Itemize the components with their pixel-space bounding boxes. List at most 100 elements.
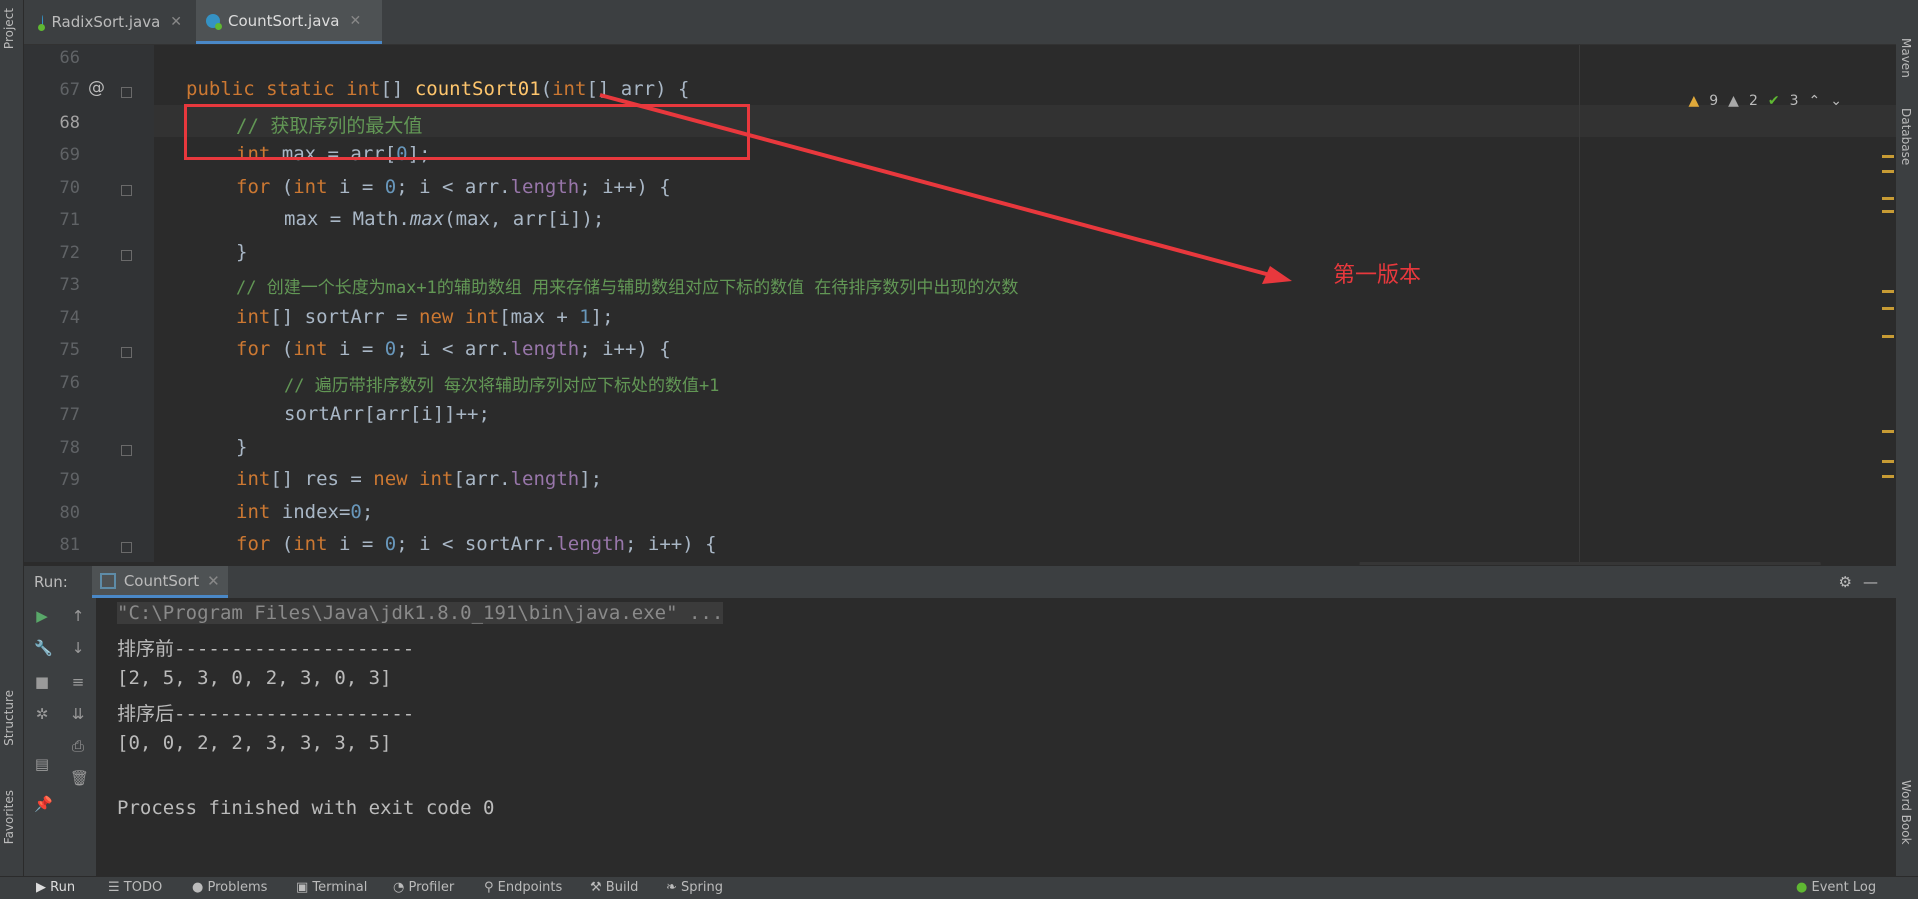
project-tool-tab[interactable]: Project — [2, 8, 16, 49]
close-icon[interactable]: ✕ — [170, 14, 182, 30]
scroll-to-end-icon[interactable]: ⇊ — [70, 706, 86, 722]
rerun-icon[interactable]: ▶ — [34, 608, 50, 624]
bottom-tab-build[interactable]: ⚒ Build — [590, 880, 638, 895]
run-toolbar: ▶ 🔧 ■ ✲ ▤ 📌 — [24, 598, 60, 876]
fold-marker-icon[interactable] — [121, 347, 132, 358]
bottom-tab-label: Run — [50, 880, 76, 895]
bottom-tab-endpoints[interactable]: ⚲ Endpoints — [484, 880, 562, 895]
gear-icon[interactable]: ⚙ — [1839, 573, 1852, 591]
trash-icon[interactable]: 🗑 — [70, 770, 89, 786]
line-number: 67 — [59, 80, 80, 100]
bottom-tab-label: TODO — [123, 880, 163, 895]
tab-radixsort[interactable]: RadixSort.java ✕ — [32, 0, 192, 44]
token: for — [236, 533, 271, 555]
token: for — [236, 176, 271, 198]
token: [] arr) { — [586, 78, 690, 100]
token: int — [419, 468, 454, 490]
right-tool-strip: Maven Database Word Book — [1896, 0, 1918, 898]
chevron-up-icon[interactable]: ⌃ — [1809, 93, 1821, 109]
token: index= — [270, 501, 351, 523]
bottom-tab-todo[interactable]: ☰ TODO — [108, 880, 162, 895]
inspection-widget[interactable]: ▲ 9 ▲ 2 ✔ 3 ⌃ ⌄ — [1688, 93, 1842, 109]
scroll-marker[interactable] — [1882, 460, 1894, 463]
bottom-tab-label: Profiler — [408, 880, 455, 895]
scroll-marker[interactable] — [1882, 335, 1894, 338]
line-number: 68 — [59, 113, 80, 133]
ok-count: 3 — [1789, 93, 1799, 109]
fold-marker-icon[interactable] — [121, 87, 132, 98]
scroll-marker[interactable] — [1882, 290, 1894, 293]
code-line-72: } — [236, 241, 248, 263]
token: ( — [270, 533, 294, 555]
console-output[interactable]: "C:\Program Files\Java\jdk1.8.0_191\bin\… — [97, 598, 1896, 876]
tab-label: RadixSort.java — [51, 13, 161, 31]
fold-marker-icon[interactable] — [121, 445, 132, 456]
structure-tool-tab[interactable]: Structure — [2, 690, 16, 746]
arrow-up-icon[interactable]: ↑ — [70, 608, 86, 624]
code-line-67: public static int[] countSort01(int[] ar… — [186, 78, 689, 100]
line-number: 76 — [59, 373, 80, 393]
scroll-marker[interactable] — [1882, 475, 1894, 478]
run-label: Run: — [34, 573, 68, 591]
print-icon[interactable]: ⎙ — [70, 738, 86, 754]
arrow-down-icon[interactable]: ↓ — [70, 640, 86, 656]
scroll-marker[interactable] — [1882, 307, 1894, 310]
line-number: 80 — [59, 503, 80, 523]
annotation-highlight-box — [184, 104, 750, 160]
bottom-tab-profiler[interactable]: ◔ Profiler — [393, 880, 454, 895]
token: ; i++) { — [625, 533, 717, 555]
line-number: 66 — [59, 48, 80, 68]
fold-marker-icon[interactable] — [121, 250, 132, 261]
close-icon[interactable]: ✕ — [350, 13, 362, 29]
scroll-marker[interactable] — [1882, 210, 1894, 213]
code-line-76: // 遍历带排序数列 每次将辅助序列对应下标处的数值+1 — [284, 376, 720, 396]
code-line-78: } — [236, 436, 248, 458]
fold-marker-icon[interactable] — [121, 542, 132, 553]
editor-tab-bar: RadixSort.java ✕ CountSort.java ✕ — [24, 0, 1896, 45]
scroll-marker[interactable] — [1882, 170, 1894, 173]
soft-wrap-icon[interactable]: ≡ — [70, 674, 86, 690]
word-book-tool-tab[interactable]: Word Book — [1899, 780, 1913, 845]
bottom-tab-problems[interactable]: ● Problems — [192, 880, 267, 895]
code-editor[interactable]: 66 67 68 69 70 71 72 73 74 75 76 77 78 7… — [24, 45, 1896, 562]
line-number: 69 — [59, 145, 80, 165]
token: i = — [327, 176, 385, 198]
fold-marker-icon[interactable] — [121, 185, 132, 196]
scroll-marker[interactable] — [1882, 197, 1894, 200]
scroll-marker[interactable] — [1882, 430, 1894, 433]
bottom-tab-run[interactable]: ▶ Run — [36, 880, 75, 895]
right-margin-guide — [1579, 45, 1580, 562]
tab-run-config[interactable]: CountSort ✕ — [91, 566, 228, 598]
console-line: [0, 0, 2, 2, 3, 3, 3, 5] — [117, 732, 392, 754]
token: ; i++) { — [579, 338, 671, 360]
code-line-73: // 创建一个长度为max+1的辅助数组 用来存储与辅助数组对应下标的数值 在待… — [236, 278, 1019, 298]
token: int — [293, 338, 328, 360]
annotation-label: 第一版本 — [1333, 263, 1422, 288]
console-line: 排序前--------------------- — [117, 638, 415, 660]
check-icon: ✔ — [1767, 93, 1780, 109]
stop-icon[interactable]: ■ — [34, 674, 50, 690]
favorites-tool-tab[interactable]: Favorites — [2, 790, 16, 844]
close-icon[interactable]: ✕ — [207, 572, 220, 590]
bottom-tab-spring[interactable]: ❧ Spring — [666, 880, 723, 895]
bottom-tab-terminal[interactable]: ▣ Terminal — [296, 880, 367, 895]
override-marker-icon[interactable]: @ — [88, 78, 105, 98]
maven-tool-tab[interactable]: Maven — [1899, 38, 1913, 78]
minimize-icon[interactable]: — — [1863, 573, 1878, 591]
pin-icon[interactable]: 📌 — [34, 796, 53, 812]
event-log-button[interactable]: ● Event Log — [1796, 880, 1876, 895]
bottom-tab-label: Spring — [681, 880, 723, 895]
token: 0 — [350, 501, 362, 523]
tab-countsort[interactable]: CountSort.java ✕ — [196, 0, 382, 44]
layout-icon[interactable]: ▤ — [34, 756, 50, 772]
token: [max + — [499, 306, 580, 328]
debug-icon[interactable]: ✲ — [34, 706, 50, 722]
database-tool-tab[interactable]: Database — [1899, 108, 1913, 165]
chevron-down-icon[interactable]: ⌄ — [1830, 93, 1842, 109]
token: length — [510, 176, 580, 198]
line-number: 81 — [59, 535, 80, 555]
wrench-icon[interactable]: 🔧 — [34, 640, 53, 656]
scroll-marker[interactable] — [1882, 155, 1894, 158]
console-line: 排序后--------------------- — [117, 703, 415, 725]
token: [] — [380, 78, 415, 100]
